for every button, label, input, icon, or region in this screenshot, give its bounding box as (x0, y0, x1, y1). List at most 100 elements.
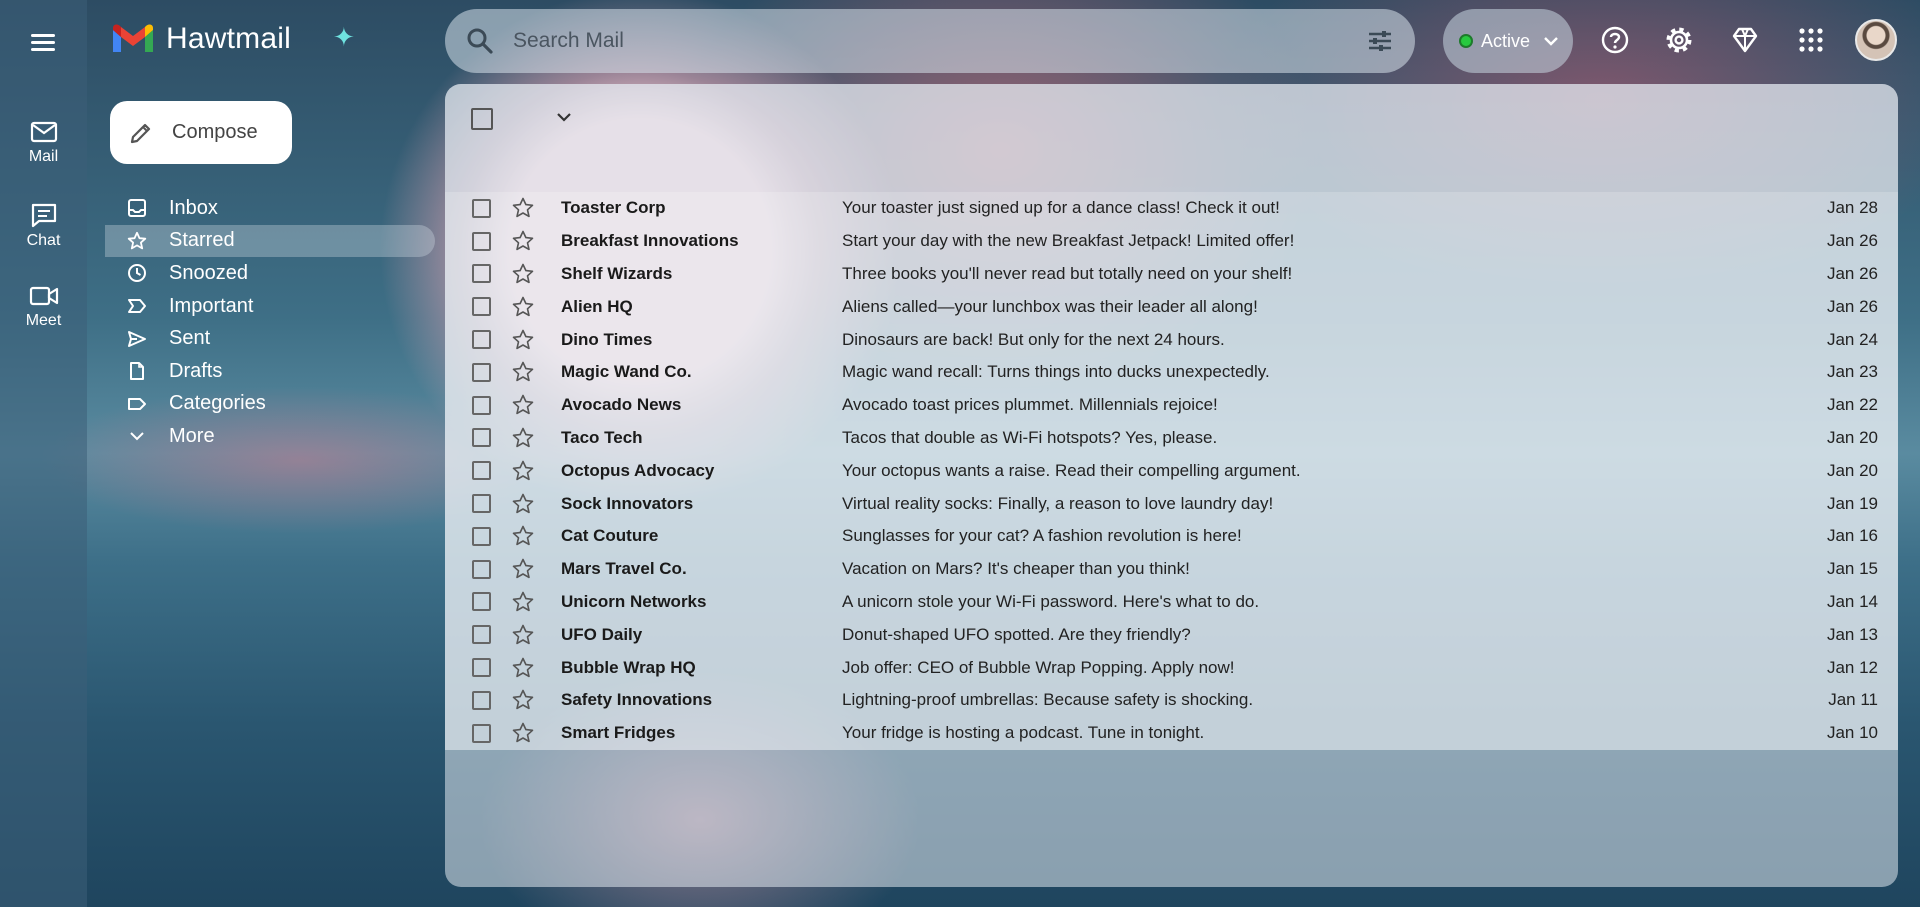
star-toggle-icon[interactable] (511, 295, 535, 319)
email-subject: Your toaster just signed up for a dance … (842, 198, 1280, 218)
apps-grid-icon[interactable] (1795, 24, 1827, 56)
email-sender: Bubble Wrap HQ (561, 657, 696, 677)
email-subject: Job offer: CEO of Bubble Wrap Popping. A… (842, 657, 1235, 677)
email-row[interactable]: Shelf Wizards Three books you'll never re… (445, 257, 1898, 291)
star-toggle-icon[interactable] (511, 426, 535, 450)
email-row[interactable]: Breakfast Innovations Start your day with… (445, 224, 1898, 258)
email-row-checkbox[interactable] (472, 297, 491, 317)
email-row[interactable]: UFO Daily Donut-shaped UFO spotted. Are t… (445, 618, 1898, 652)
email-row-checkbox[interactable] (472, 330, 491, 350)
email-subject: Aliens called—your lunchbox was their le… (842, 296, 1258, 316)
email-row-checkbox[interactable] (472, 395, 491, 415)
email-row-checkbox[interactable] (472, 428, 491, 448)
nav-item-starred[interactable]: Starred (105, 224, 435, 258)
nav-item-label: Drafts (169, 359, 223, 382)
star-toggle-icon[interactable] (511, 492, 535, 516)
nav-item-label: More (169, 424, 215, 447)
select-options-chevron-icon[interactable] (553, 106, 575, 128)
message-panel: Toaster Corp Your toaster just signed up … (445, 84, 1898, 887)
filter-options-icon[interactable] (1365, 26, 1395, 56)
star-toggle-icon[interactable] (511, 524, 535, 548)
email-row[interactable]: Alien HQ Aliens called—your lunchbox was … (445, 290, 1898, 324)
email-row[interactable]: Magic Wand Co. Magic wand recall: Turns t… (445, 355, 1898, 389)
select-all-checkbox[interactable] (471, 108, 493, 130)
email-row-checkbox[interactable] (472, 264, 491, 284)
email-row-checkbox[interactable] (472, 625, 491, 645)
email-date: Jan 15 (1826, 559, 1878, 579)
star-toggle-icon[interactable] (511, 623, 535, 647)
rail-item-meet[interactable]: Meet (0, 284, 87, 330)
email-row-checkbox[interactable] (472, 461, 491, 481)
pencil-icon (130, 123, 151, 143)
email-row-checkbox[interactable] (472, 198, 491, 218)
email-row[interactable]: Avocado News Avocado toast prices plummet… (445, 388, 1898, 422)
email-date: Jan 11 (1828, 690, 1878, 710)
compose-label: Compose (172, 121, 258, 143)
settings-gear-icon[interactable] (1663, 24, 1695, 56)
email-row-checkbox[interactable] (472, 690, 491, 710)
star-toggle-icon[interactable] (511, 459, 535, 483)
email-row[interactable]: Unicorn Networks A unicorn stole your Wi-… (445, 585, 1898, 619)
star-toggle-icon[interactable] (511, 590, 535, 614)
rail-item-mail[interactable]: Mail (0, 120, 87, 166)
compose-button[interactable]: Compose (110, 101, 292, 164)
email-row[interactable]: Toaster Corp Your toaster just signed up … (445, 192, 1898, 225)
star-toggle-icon[interactable] (511, 393, 535, 417)
app-logo[interactable]: Hawtmail (110, 22, 291, 56)
email-row[interactable]: Dino Times Dinosaurs are back! But only f… (445, 323, 1898, 356)
email-row[interactable]: Bubble Wrap HQ Job offer: CEO of Bubble W… (445, 651, 1898, 684)
star-toggle-icon[interactable] (511, 557, 535, 581)
email-row-checkbox[interactable] (472, 559, 491, 579)
star-toggle-icon[interactable] (511, 656, 535, 680)
email-row[interactable]: Sock Innovators Virtual reality socks: Fi… (445, 487, 1898, 520)
email-sender: Cat Couture (561, 526, 659, 546)
nav-item-snoozed[interactable]: Snoozed (105, 257, 435, 290)
nav-item-drafts[interactable]: Drafts (105, 355, 435, 388)
star-toggle-icon[interactable] (511, 721, 535, 745)
email-row[interactable]: Octopus Advocacy Your octopus wants a rai… (445, 454, 1898, 488)
email-row-checkbox[interactable] (472, 494, 491, 514)
diamond-icon[interactable] (1729, 24, 1761, 56)
nav-item-important[interactable]: Important (105, 290, 435, 323)
label-icon (128, 397, 146, 410)
status-selector[interactable]: Active (1443, 9, 1573, 73)
rail-item-chat[interactable]: Chat (0, 202, 87, 250)
email-date: Jan 16 (1826, 526, 1878, 546)
menu-icon-bar (31, 34, 55, 37)
nav-item-categories[interactable]: Categories (105, 388, 435, 421)
email-row-checkbox[interactable] (472, 723, 491, 743)
email-sender: Breakfast Innovations (561, 231, 739, 251)
email-sender: Octopus Advocacy (561, 460, 715, 480)
email-row[interactable]: Mars Travel Co. Vacation on Mars? It's ch… (445, 552, 1898, 586)
star-toggle-icon[interactable] (511, 229, 535, 253)
nav-item-label: Sent (169, 327, 211, 350)
account-avatar[interactable] (1855, 19, 1897, 61)
search-input[interactable] (513, 29, 1365, 53)
help-icon[interactable] (1599, 24, 1631, 56)
email-row-checkbox[interactable] (472, 592, 491, 612)
email-row[interactable]: Taco Tech Tacos that double as Wi-Fi hots… (445, 421, 1898, 455)
email-row[interactable]: Cat Couture Sunglasses for your cat? A fa… (445, 519, 1898, 553)
email-date: Jan 23 (1826, 362, 1878, 382)
star-toggle-icon[interactable] (511, 196, 535, 220)
nav-item-sent[interactable]: Sent (105, 322, 435, 355)
email-date: Jan 28 (1826, 198, 1878, 218)
email-row[interactable]: Safety Innovations Lightning-proof umbrel… (445, 683, 1898, 717)
search-icon[interactable] (465, 26, 495, 56)
email-row-checkbox[interactable] (472, 526, 491, 546)
star-toggle-icon[interactable] (511, 688, 535, 712)
nav-item-label: Starred (169, 229, 235, 252)
email-row-checkbox[interactable] (472, 231, 491, 251)
star-toggle-icon[interactable] (511, 262, 535, 286)
email-row-checkbox[interactable] (472, 362, 491, 382)
nav-item-inbox[interactable]: Inbox (105, 192, 435, 225)
mail-icon (30, 121, 57, 143)
star-toggle-icon[interactable] (511, 328, 535, 352)
main-menu-button[interactable] (27, 30, 59, 58)
email-sender: Smart Fridges (561, 723, 676, 743)
email-subject: Three books you'll never read but totall… (842, 263, 1293, 283)
email-row[interactable]: Smart Fridges Your fridge is hosting a po… (445, 716, 1898, 750)
nav-item-more[interactable]: More (105, 420, 435, 453)
star-toggle-icon[interactable] (511, 360, 535, 384)
email-row-checkbox[interactable] (472, 658, 491, 678)
